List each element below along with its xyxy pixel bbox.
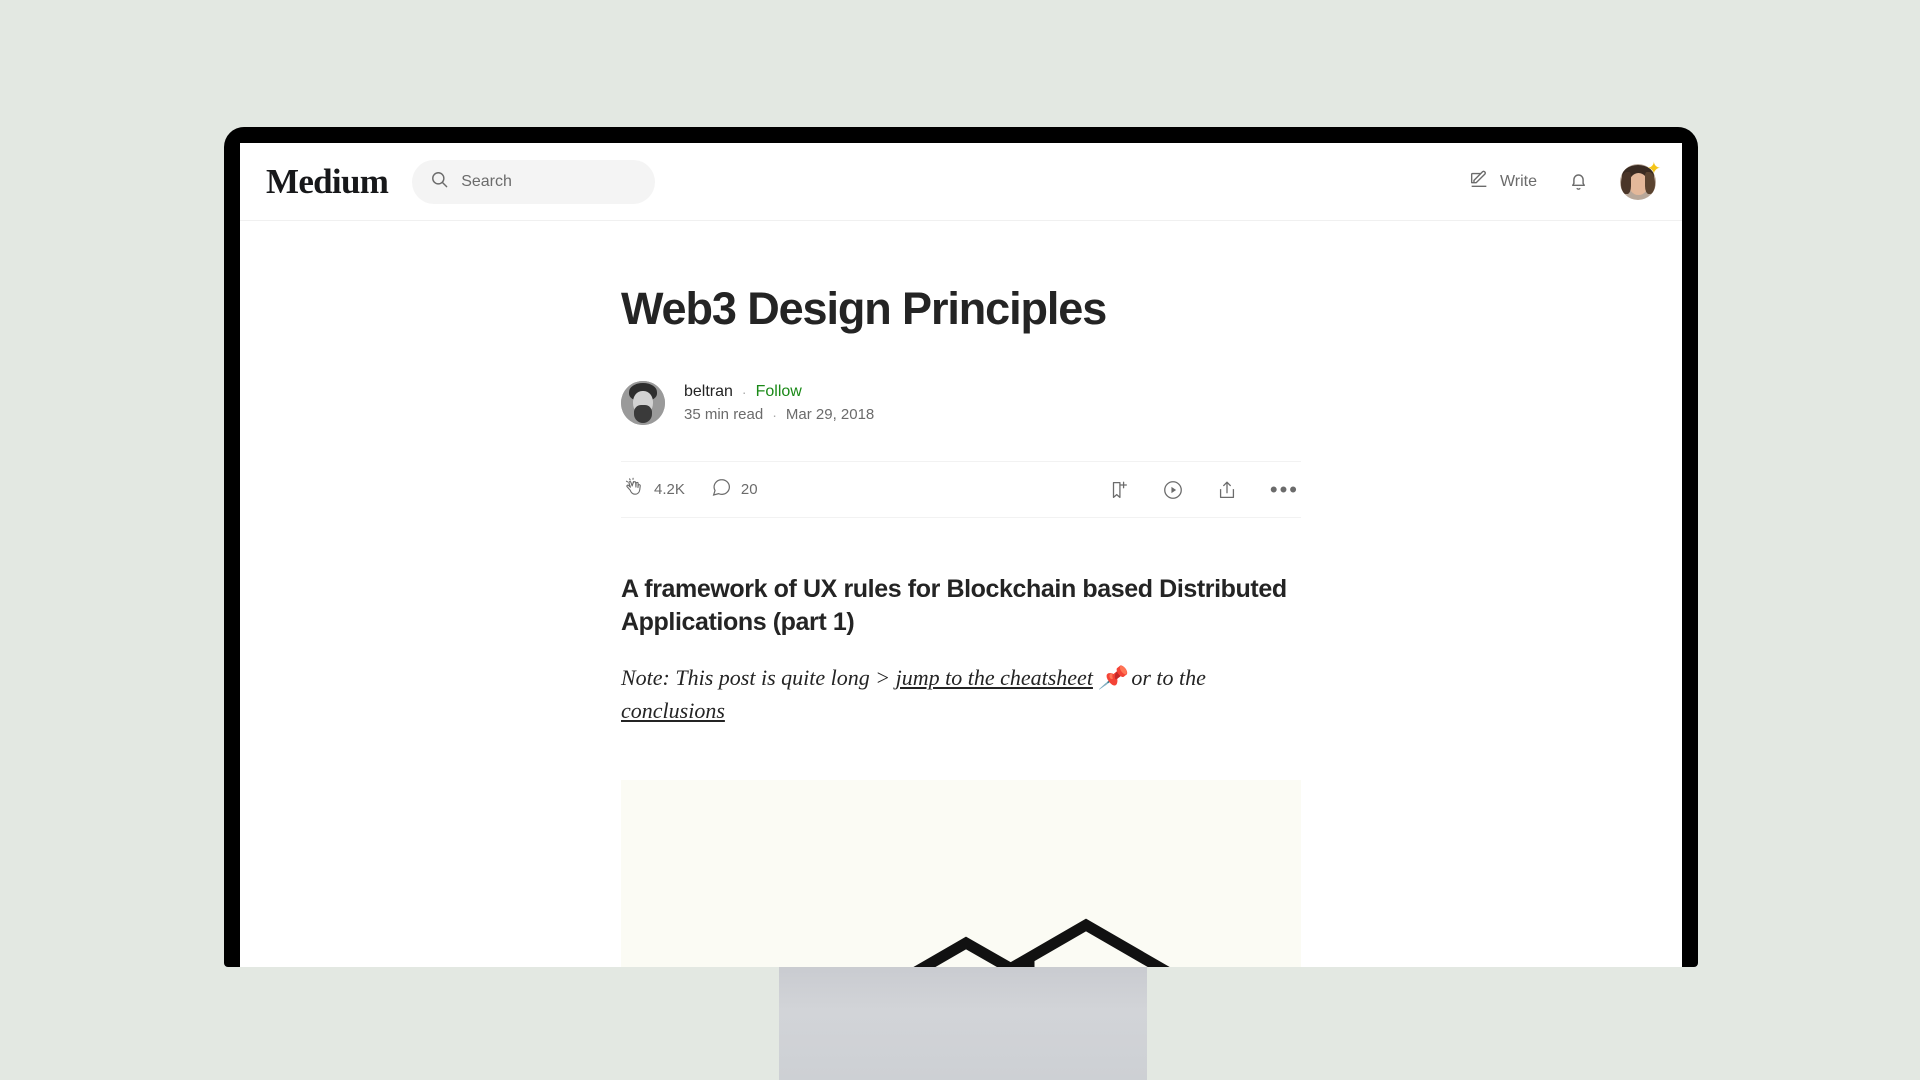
- clap-button[interactable]: 4.2K: [623, 477, 685, 503]
- article: Web3 Design Principles beltran · Follow …: [621, 221, 1301, 967]
- article-figure: [621, 780, 1301, 967]
- topbar-actions: Write ✦: [1468, 160, 1661, 200]
- byline: beltran · Follow 35 min read · Mar 29, 2…: [621, 381, 1301, 426]
- clap-icon: [623, 477, 645, 503]
- note-middle: or to the: [1125, 665, 1206, 691]
- note-prefix: Note: This post is quite long >: [621, 665, 896, 691]
- follow-button[interactable]: Follow: [756, 383, 802, 401]
- conclusions-link[interactable]: conclusions: [621, 698, 725, 723]
- share-icon[interactable]: [1216, 479, 1238, 501]
- blockchain-isometric-cubes-illustration: [913, 918, 1170, 967]
- cheatsheet-link[interactable]: jump to the cheatsheet: [896, 665, 1093, 690]
- article-note: Note: This post is quite long > jump to …: [621, 661, 1301, 727]
- byline-separator: ·: [741, 384, 747, 401]
- sparkle-star-icon: ✦: [1646, 158, 1661, 178]
- clap-count: 4.2K: [654, 481, 685, 499]
- pushpin-emoji: 📌: [1098, 665, 1126, 691]
- monitor-bezel: Medium Search Write ✦ Web3 Design Princi…: [224, 127, 1698, 967]
- comment-button[interactable]: 20: [711, 477, 758, 502]
- top-navigation-bar: Medium Search Write ✦: [240, 143, 1682, 221]
- read-time: 35 min read: [684, 406, 764, 424]
- write-pencil-icon: [1468, 168, 1490, 195]
- author-avatar[interactable]: [621, 381, 665, 426]
- search-placeholder: Search: [461, 172, 512, 190]
- engagement-bar: 4.2K 20 •••: [621, 461, 1301, 519]
- article-subtitle: A framework of UX rules for Blockchain b…: [621, 575, 1287, 637]
- monitor-stand: [779, 965, 1147, 1080]
- play-listen-icon[interactable]: [1162, 479, 1184, 501]
- search-input[interactable]: Search: [412, 159, 656, 204]
- write-label: Write: [1499, 172, 1537, 190]
- bell-icon[interactable]: [1567, 170, 1590, 193]
- byline-separator-2: ·: [772, 406, 777, 423]
- page-title: Web3 Design Principles: [621, 283, 1107, 334]
- search-icon: [430, 170, 449, 194]
- author-name[interactable]: beltran: [684, 383, 733, 401]
- comment-bubble-icon: [711, 477, 732, 502]
- publish-date: Mar 29, 2018: [785, 406, 875, 424]
- comment-count: 20: [740, 481, 758, 499]
- more-options-icon[interactable]: •••: [1270, 478, 1299, 500]
- screen: Medium Search Write ✦ Web3 Design Princi…: [240, 143, 1682, 967]
- write-button[interactable]: Write: [1468, 168, 1537, 195]
- bookmark-add-icon[interactable]: [1108, 479, 1130, 501]
- avatar[interactable]: ✦: [1620, 160, 1661, 200]
- medium-logo[interactable]: Medium: [266, 162, 389, 202]
